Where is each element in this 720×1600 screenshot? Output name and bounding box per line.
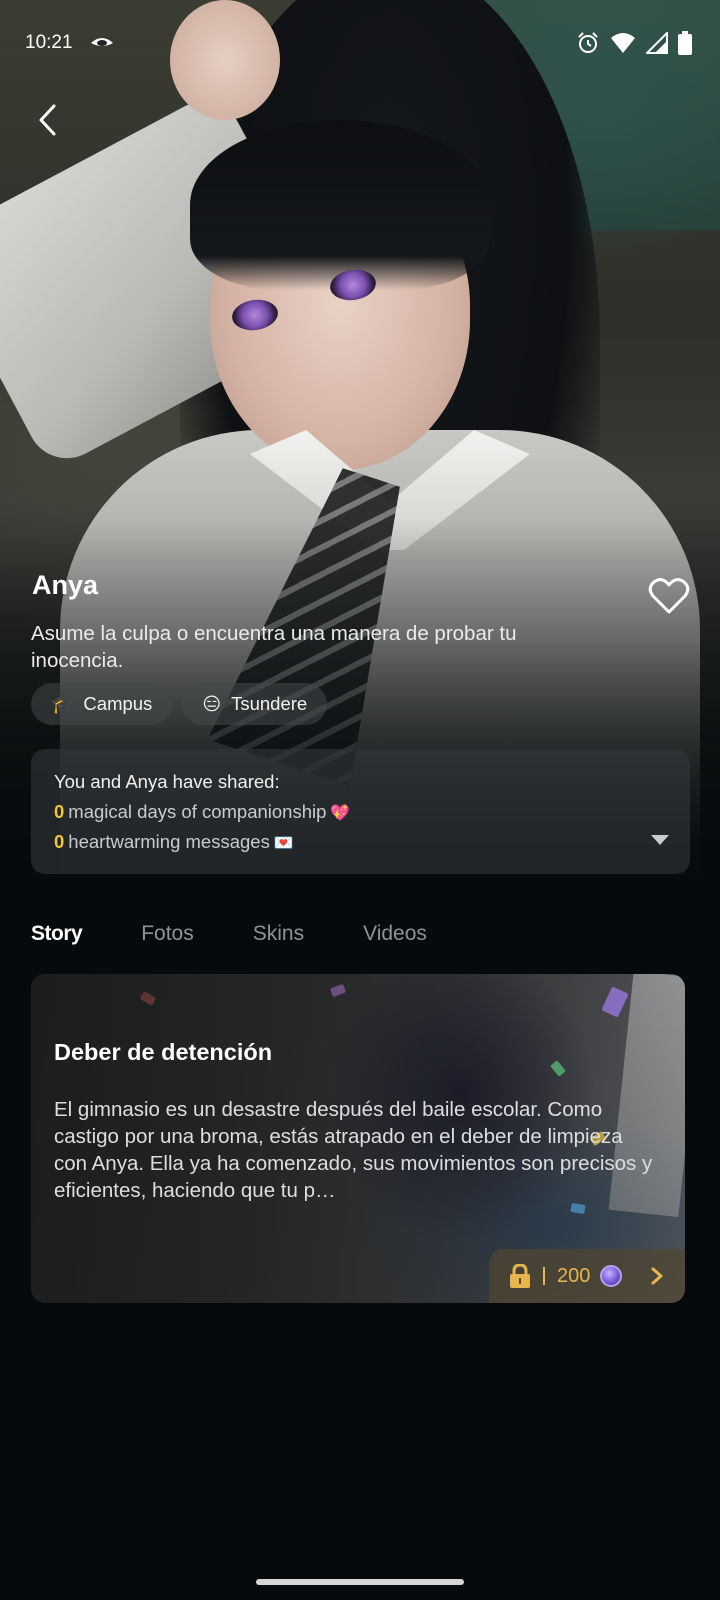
chevron-right-icon [651,1267,663,1285]
tag-tsundere[interactable]: 😑 Tsundere [182,683,328,725]
tab-videos[interactable]: Videos [363,922,427,946]
gem-coin-icon [600,1265,623,1287]
eye-icon [90,34,114,52]
content-tabs: Story Fotos Skins Videos [31,922,486,946]
wifi-icon [610,32,636,54]
status-bar: 10:21 [0,26,720,62]
signal-icon [646,32,668,54]
alarm-icon [576,31,600,55]
caret-down-icon[interactable] [650,833,670,847]
story-title: Deber de detención [54,1039,273,1065]
character-tags: 🎓 Campus 😑 Tsundere [31,683,328,725]
favorite-button[interactable] [648,577,690,617]
character-tagline: Asume la culpa o encuentra una manera de… [31,622,517,672]
messages-stat: 0 heartwarming messages 💌 [54,831,294,853]
messages-text: heartwarming messages [68,831,270,852]
heart-outline-icon [648,578,690,614]
graduation-cap-icon: 🎓 [51,693,74,715]
tab-story[interactable]: Story [31,922,83,946]
lock-icon [510,1264,530,1288]
story-price: 200 [557,1264,591,1287]
shared-stats-panel[interactable]: You and Anya have shared: 0 magical days … [31,749,690,874]
days-text: magical days of companionship [68,801,327,822]
days-stat: 0 magical days of companionship 💖 [54,801,350,823]
unlock-story-button[interactable]: 200 [489,1249,685,1303]
tab-skins[interactable]: Skins [253,922,304,946]
character-profile-screen: 10:21 Anya Asume la culpa o encuentra un… [0,0,720,1600]
days-count: 0 [54,801,65,822]
tag-campus[interactable]: 🎓 Campus [31,683,173,725]
chevron-left-icon [39,104,56,136]
character-name: Anya [32,570,99,600]
story-description: El gimnasio es un desastre después del b… [54,1098,653,1202]
tag-label: Campus [83,693,153,714]
status-time: 10:21 [25,32,73,53]
sparkling-heart-icon: 💖 [330,803,351,822]
tab-fotos[interactable]: Fotos [141,922,194,946]
love-letter-icon: 💌 [273,833,294,852]
back-button[interactable] [30,100,64,140]
messages-count: 0 [54,831,65,852]
shared-title: You and Anya have shared: [54,771,280,792]
battery-icon [678,31,692,55]
home-indicator[interactable] [256,1579,464,1585]
tag-label: Tsundere [231,693,308,714]
expressionless-face-icon: 😑 [202,693,222,715]
story-card[interactable]: Deber de detención El gimnasio es un des… [31,974,685,1303]
